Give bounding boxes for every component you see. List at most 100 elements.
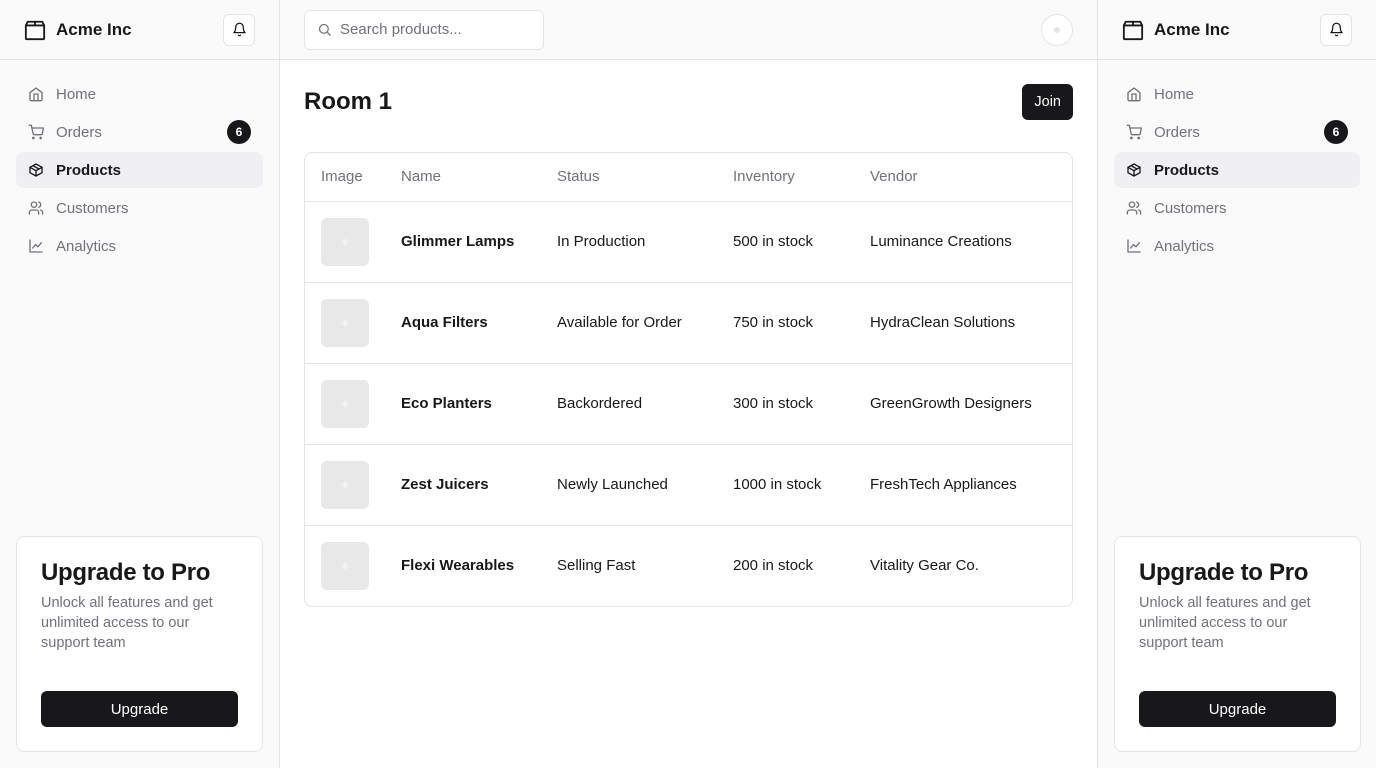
product-status: Newly Launched [541, 444, 717, 526]
product-vendor: Luminance Creations [854, 201, 1072, 283]
brand-name: Acme Inc [56, 19, 132, 39]
table-row[interactable]: Eco Planters Backordered 300 in stock Gr… [305, 363, 1072, 445]
sidebar-item-label: Customers [56, 199, 129, 217]
sidebar-item-home[interactable]: Home [1114, 76, 1360, 112]
package-icon [1127, 163, 1141, 177]
sidebar-item-home[interactable]: Home [16, 76, 263, 112]
sidebar-nav: Home Orders 6 Products Customers Analyti… [1098, 60, 1376, 264]
line-chart-icon [1127, 239, 1141, 253]
sidebar-header: Acme Inc [0, 0, 279, 60]
page-title: Room 1 [304, 88, 393, 115]
sidebar-item-label: Products [56, 161, 122, 179]
sidebar-item-products[interactable]: Products [16, 152, 263, 188]
notifications-button[interactable] [223, 13, 255, 46]
product-name: Aqua Filters [385, 282, 541, 364]
product-status: Backordered [541, 363, 717, 445]
sidebar-item-label: Customers [1154, 199, 1227, 217]
users-icon [1126, 201, 1142, 215]
line-chart-icon [29, 239, 43, 253]
orders-count-badge: 6 [1324, 120, 1348, 144]
product-vendor: Vitality Gear Co. [870, 557, 979, 575]
orders-count-badge: 6 [227, 120, 251, 144]
upgrade-button[interactable]: Upgrade [41, 691, 238, 727]
search-box[interactable] [304, 9, 544, 50]
product-vendor: FreshTech Appliances [854, 444, 1072, 526]
table-row[interactable]: Flexi Wearables Selling Fast 200 in stoc… [305, 525, 1072, 606]
sidebar-item-label: Orders [1154, 123, 1200, 141]
page-header: Room 1 Join [304, 84, 1073, 120]
product-inventory: 500 in stock [717, 201, 854, 283]
sidebar-item-label: Home [1154, 85, 1195, 103]
product-status: Available for Order [541, 282, 717, 364]
home-icon [29, 87, 43, 102]
sidebar-header: Acme Inc [1098, 0, 1376, 60]
sidebar-nav: Home Orders 6 Products Customers Analyti… [0, 60, 279, 264]
package-icon [29, 163, 43, 177]
table-row[interactable]: Aqua Filters Available for Order 750 in … [305, 282, 1072, 364]
upgrade-card-text: Unlock all features and get unlimited ac… [41, 595, 213, 651]
column-header-image: Image [305, 153, 385, 202]
sidebar-item-analytics[interactable]: Analytics [1114, 228, 1360, 264]
product-inventory: 1000 in stock [717, 444, 854, 526]
sidebar-item-label: Orders [56, 123, 102, 141]
sidebar-item-label: Analytics [1154, 237, 1215, 255]
product-image [321, 379, 369, 428]
sidebar-item-label: Products [1154, 161, 1220, 179]
sidebar-item-analytics[interactable]: Analytics [16, 228, 263, 264]
product-name: Zest Juicers [385, 444, 541, 526]
sidebar-item-products[interactable]: Products [1114, 152, 1360, 188]
upgrade-card-title: Upgrade to Pro [41, 559, 211, 586]
notifications-button[interactable] [1320, 13, 1352, 46]
sidebar-item-customers[interactable]: Customers [16, 190, 263, 226]
sidebar-item-orders[interactable]: Orders 6 [1114, 114, 1360, 150]
sidebar-item-orders[interactable]: Orders 6 [16, 114, 263, 150]
product-image [321, 298, 369, 347]
package-logo-icon [1122, 20, 1144, 40]
product-status: Selling Fast [557, 557, 636, 575]
search-input[interactable] [340, 21, 520, 38]
image-placeholder-icon [342, 481, 348, 488]
product-vendor: HydraClean Solutions [854, 282, 1072, 364]
topbar [280, 0, 1097, 60]
image-placeholder-icon [342, 319, 348, 326]
product-image [321, 217, 369, 266]
bell-icon [1329, 22, 1343, 37]
right-sidebar: Acme Inc Home Orders 6 Products Customer… [1097, 0, 1376, 768]
table-header-row: Image Name Status Inventory Vendor [305, 153, 1072, 202]
upgrade-button[interactable]: Upgrade [1139, 691, 1336, 727]
product-status: In Production [541, 201, 717, 283]
sidebar-item-label: Home [56, 85, 97, 103]
product-name: Glimmer Lamps [385, 201, 541, 283]
upgrade-card-title: Upgrade to Pro [1139, 559, 1309, 586]
product-vendor: GreenGrowth Designers [854, 363, 1072, 445]
column-header-inventory: Inventory [717, 153, 854, 202]
upgrade-card: Upgrade to Pro Unlock all features and g… [16, 536, 263, 752]
search-icon [318, 23, 331, 36]
product-inventory: 300 in stock [717, 363, 854, 445]
table-row[interactable]: Glimmer Lamps In Production 500 in stock… [305, 201, 1072, 283]
column-header-vendor: Vendor [854, 153, 1072, 202]
user-avatar-button[interactable] [1041, 14, 1073, 46]
table-row[interactable]: Zest Juicers Newly Launched 1000 in stoc… [305, 444, 1072, 526]
join-button[interactable]: Join [1022, 84, 1073, 120]
package-logo-icon [24, 20, 46, 40]
brand-link[interactable]: Acme Inc [1122, 19, 1230, 41]
main-area: Room 1 Join Image Name Status Inventory … [280, 0, 1097, 768]
upgrade-card-text: Unlock all features and get unlimited ac… [1139, 595, 1311, 651]
product-inventory: 750 in stock [717, 282, 854, 364]
image-placeholder-icon [342, 400, 348, 407]
page-content: Room 1 Join Image Name Status Inventory … [280, 60, 1097, 631]
sidebar-item-customers[interactable]: Customers [1114, 190, 1360, 226]
column-header-status: Status [541, 153, 717, 202]
users-icon [28, 201, 44, 215]
cart-icon [28, 124, 44, 140]
bell-icon [232, 22, 246, 37]
product-image [321, 541, 369, 590]
product-inventory: 200 in stock [733, 557, 814, 575]
brand-link[interactable]: Acme Inc [24, 19, 132, 41]
column-header-name: Name [385, 153, 541, 202]
product-image [321, 460, 369, 509]
image-placeholder-icon [342, 562, 348, 569]
image-placeholder-icon [342, 238, 348, 245]
product-name: Flexi Wearables [401, 557, 515, 575]
